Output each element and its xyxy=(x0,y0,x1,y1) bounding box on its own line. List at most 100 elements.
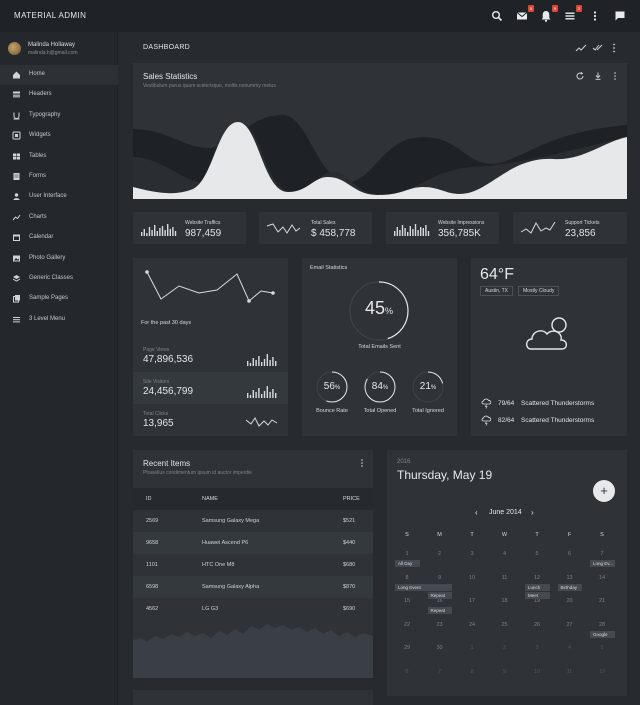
calendar-event[interactable]: Repeat xyxy=(427,607,452,614)
sidebar-item-widgets[interactable]: Widgets xyxy=(0,126,118,146)
calendar-event[interactable]: Long Ev... xyxy=(590,560,615,567)
stat-tile-website-traffics[interactable]: Website Traffics 987,459 xyxy=(133,212,246,244)
bell-icon[interactable]: 9 xyxy=(538,5,558,24)
calendar-day[interactable]: 23 xyxy=(425,622,455,628)
avatar[interactable] xyxy=(8,42,21,55)
sidebar-item-calendar[interactable]: Calendar xyxy=(0,228,118,248)
sidebar-item-photo-gallery[interactable]: Photo Gallery xyxy=(0,249,118,269)
calendar-day[interactable]: 27 xyxy=(555,622,585,628)
sidebar-item-forms[interactable]: Forms xyxy=(0,167,118,187)
calendar-day[interactable]: 2 xyxy=(425,551,455,557)
calendar-day[interactable]: 14 xyxy=(587,575,617,581)
stat-tile-website-impressions[interactable]: Website Impressions 356,785K xyxy=(386,212,499,244)
calendar-event[interactable]: Repeat xyxy=(427,591,452,599)
calendar-day[interactable]: 12 xyxy=(587,669,617,675)
sidebar-item-user-interface[interactable]: User Interface xyxy=(0,187,118,207)
table-row[interactable]: 6598 Samsung Galaxy Alpha $870 xyxy=(133,576,373,598)
add-event-button[interactable]: + xyxy=(593,480,615,502)
column-name[interactable]: NAME xyxy=(202,496,218,502)
calendar-day[interactable]: 16 xyxy=(425,598,455,604)
calendar-day[interactable]: 28 xyxy=(587,622,617,628)
sidebar: Malinda Hollaway malinda.h@gmail.com Hom… xyxy=(0,32,118,705)
calendar-day[interactable]: 11 xyxy=(490,575,520,581)
search-icon[interactable] xyxy=(489,8,505,24)
traffic-row: Site Visitors 24,456,799 xyxy=(133,372,288,404)
calendar-day[interactable]: 29 xyxy=(392,645,422,651)
table-row[interactable]: 2569 Samsung Galaxy Mega $521 xyxy=(133,510,373,532)
calendar-day[interactable]: 7 xyxy=(425,669,455,675)
table-row[interactable]: 4562 LG G3 $690 xyxy=(133,598,373,620)
chat-icon[interactable] xyxy=(612,8,628,24)
calendar-day[interactable]: 1 xyxy=(457,645,487,651)
calendar-day[interactable]: 10 xyxy=(522,669,552,675)
calendar-day[interactable]: 5 xyxy=(522,551,552,557)
sidebar-item-sample-pages[interactable]: Sample Pages xyxy=(0,289,118,309)
next-month-icon[interactable]: › xyxy=(531,508,541,517)
profile-menu[interactable]: Malinda Hollaway malinda.h@gmail.com xyxy=(8,40,118,62)
gauge-value: 84% xyxy=(363,381,397,392)
calendar-day[interactable]: 5 xyxy=(587,645,617,651)
calendar-event[interactable]: Long Event xyxy=(395,583,452,591)
sidebar-item-generic-classes[interactable]: Generic Classes xyxy=(0,269,118,289)
refresh-icon[interactable] xyxy=(575,71,585,81)
sales-subtitle: Vestibulum purus quam scelerisque, molli… xyxy=(143,83,276,89)
sales-more-icon[interactable] xyxy=(611,71,619,81)
calendar-day[interactable]: 6 xyxy=(392,669,422,675)
calendar-day[interactable]: 8 xyxy=(457,669,487,675)
calendar-event[interactable]: All Day xyxy=(395,560,420,567)
calendar-day[interactable]: 24 xyxy=(457,622,487,628)
calendar-day[interactable]: 8 xyxy=(392,575,422,581)
calendar-event[interactable]: Lunch xyxy=(525,583,550,591)
table-row[interactable]: 9658 Huawei Ascend P6 $440 xyxy=(133,532,373,554)
calendar-day[interactable]: 19 xyxy=(522,598,552,604)
tasks-icon[interactable]: 2 xyxy=(562,5,582,24)
table-row[interactable]: 1101 HTC One M8 $680 xyxy=(133,554,373,576)
column-price[interactable]: PRICE xyxy=(343,496,360,502)
ui-icon xyxy=(12,192,21,201)
more-vert-icon[interactable] xyxy=(587,8,603,24)
mail-icon[interactable]: 5 xyxy=(514,5,534,24)
calendar-day[interactable]: 3 xyxy=(522,645,552,651)
calendar-day[interactable]: 12 xyxy=(522,575,552,581)
calendar-event[interactable]: Birthday xyxy=(557,583,582,591)
calendar-day[interactable]: 9 xyxy=(490,669,520,675)
trending-icon[interactable] xyxy=(575,42,587,54)
prev-month-icon[interactable]: ‹ xyxy=(475,508,485,517)
sidebar-item-home[interactable]: Home xyxy=(0,65,118,85)
calendar-day[interactable]: 1 xyxy=(392,551,422,557)
calendar-day[interactable]: 30 xyxy=(425,645,455,651)
calendar-day[interactable]: 13 xyxy=(555,575,585,581)
dashboard-more-icon[interactable] xyxy=(609,42,619,54)
stat-tile-total-sales[interactable]: Total Sales $ 458,778 xyxy=(259,212,372,244)
column-id[interactable]: ID xyxy=(146,496,152,502)
calendar-day[interactable]: 4 xyxy=(555,645,585,651)
calendar-day[interactable]: 22 xyxy=(392,622,422,628)
download-icon[interactable] xyxy=(593,71,603,81)
calendar-day[interactable]: 9 xyxy=(425,575,455,581)
calendar-day[interactable]: 21 xyxy=(587,598,617,604)
brand-title[interactable]: MATERIAL ADMIN xyxy=(14,11,86,20)
calendar-day[interactable]: 2 xyxy=(490,645,520,651)
calendar-day[interactable]: 18 xyxy=(490,598,520,604)
calendar-day[interactable]: 10 xyxy=(457,575,487,581)
calendar-event[interactable]: Google xyxy=(590,630,615,638)
calendar-day[interactable]: 25 xyxy=(490,622,520,628)
calendar-day[interactable]: 3 xyxy=(457,551,487,557)
calendar-event[interactable]: Meet xyxy=(525,591,550,599)
calendar-day[interactable]: 7 xyxy=(587,551,617,557)
sidebar-item-headers[interactable]: Headers xyxy=(0,85,118,105)
calendar-day[interactable]: 17 xyxy=(457,598,487,604)
calendar-day[interactable]: 20 xyxy=(555,598,585,604)
calendar-day[interactable]: 11 xyxy=(555,669,585,675)
sidebar-item-3-level-menu[interactable]: 3 Level Menu xyxy=(0,310,118,330)
sidebar-item-typography[interactable]: Typography xyxy=(0,106,118,126)
sidebar-item-charts[interactable]: Charts xyxy=(0,208,118,228)
calendar-day[interactable]: 6 xyxy=(555,551,585,557)
calendar-day[interactable]: 26 xyxy=(522,622,552,628)
calendar-day[interactable]: 4 xyxy=(490,551,520,557)
sidebar-item-tables[interactable]: Tables xyxy=(0,147,118,167)
calendar-day[interactable]: 15 xyxy=(392,598,422,604)
done-all-icon[interactable] xyxy=(592,42,604,54)
stat-tile-support-tickets[interactable]: Support Tickets 23,856 xyxy=(513,212,627,244)
recent-more-icon[interactable] xyxy=(358,458,366,468)
